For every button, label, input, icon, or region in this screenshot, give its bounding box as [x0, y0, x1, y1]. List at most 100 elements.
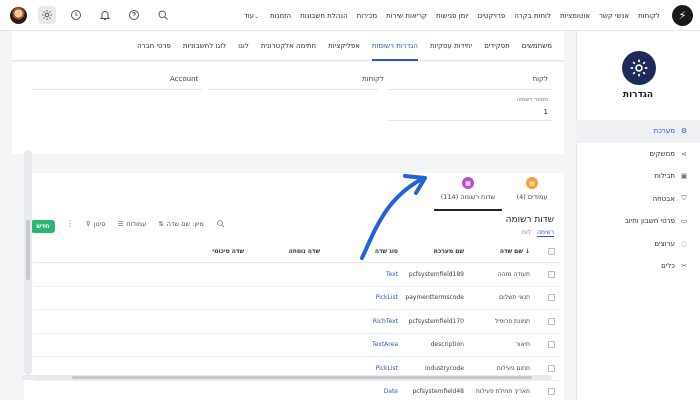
tab-record-settings[interactable]: הגדרות רשומות — [371, 31, 418, 61]
sort-label: מיון: שם שדה — [166, 219, 204, 228]
field-type: PickList — [375, 294, 398, 302]
more-options-icon[interactable]: ⋮ — [66, 219, 74, 228]
tab-applications[interactable]: אפליקציות — [328, 31, 360, 61]
nav-item-calendar[interactable]: יומן פגישות — [436, 12, 469, 20]
row-checkbox[interactable] — [548, 310, 556, 333]
field-name: תעודה מזהה — [497, 270, 530, 278]
entity-label-field[interactable]: לקוח — [533, 75, 548, 83]
search-icon[interactable] — [154, 6, 172, 24]
share-icon: ⋖ — [681, 149, 687, 158]
nav-item-automations[interactable]: אוטומציות — [560, 12, 590, 20]
table-row[interactable]: תיאור description TextArea — [34, 334, 560, 357]
gear-icon: ⚙ — [680, 127, 688, 136]
sidebar-item-label: ערוצים — [654, 239, 675, 248]
record-fields-card: ▤ עמודים (4) ▦ שדות רשומה (114) שדות רשו… — [24, 173, 564, 400]
select-all-checkbox[interactable] — [548, 241, 556, 262]
columns-icon: ☰ — [117, 219, 124, 228]
sidebar-item-billing[interactable]: ▭ פרטי חשבון וחיוב — [576, 210, 700, 233]
bell-icon[interactable] — [96, 6, 114, 24]
tab-invoice-logo[interactable]: לוגו לחשבוניות — [183, 31, 226, 61]
nav-item-dashboards[interactable]: לוחות בקרה — [514, 12, 551, 20]
record-number-label: מספר רשומה — [516, 97, 548, 103]
nav-item-more[interactable]: עוד⌄ — [244, 12, 261, 20]
columns-button[interactable]: ☰ עמודות — [118, 220, 147, 228]
sidebar-item-channels[interactable]: ◌ ערוצים — [576, 233, 700, 256]
column-header-formula[interactable]: שדה נוסחה — [289, 241, 320, 262]
nav-item-accounting[interactable]: הנהלת חשבונות — [300, 12, 348, 20]
nav-item-sales[interactable]: מכירות — [357, 12, 377, 20]
main-content: משתמשים תפקידים יחידות עסקיות הגדרות רשו… — [12, 31, 564, 400]
avatar[interactable] — [10, 6, 27, 24]
row-checkbox[interactable] — [548, 334, 556, 357]
table-row[interactable]: תעודה מזהה pcfsystemfield189 Text — [34, 263, 560, 287]
field-underline — [388, 89, 552, 90]
nav-item-orders[interactable]: הזמנות — [270, 12, 291, 20]
view-list[interactable]: רשימה — [537, 229, 554, 237]
nav-item-service-calls[interactable]: קריאות שירות — [386, 12, 427, 20]
list-toolbar: ⋮ ⊽ סינון ☰ עמודות ⇅ מיון: שם שדה — [66, 219, 225, 228]
table-row[interactable]: תמונת פרופיל pcfsystemfield170 RichText — [34, 310, 560, 334]
row-checkbox[interactable] — [548, 263, 556, 286]
tab-record-fields[interactable]: ▦ שדות רשומה (114) — [434, 177, 502, 211]
horizontal-scrollbar[interactable] — [22, 375, 552, 380]
filter-button[interactable]: ⊽ סינון — [86, 220, 106, 228]
field-type: Text — [385, 270, 398, 278]
top-icons — [10, 6, 172, 24]
table-row[interactable]: תאריך תחילת פעילות pcfsystemfield48 Date — [34, 381, 560, 400]
record-number-value[interactable]: 1 — [544, 108, 548, 116]
english-label-field[interactable]: Account — [170, 75, 198, 83]
column-header-summary[interactable]: שדה סיכומי — [212, 241, 244, 262]
column-header-name[interactable]: שם שדה ↓ — [500, 241, 530, 262]
sidebar-title: הגדרות — [622, 90, 654, 100]
gear-icon[interactable] — [38, 6, 56, 24]
column-name-label: שם שדה — [499, 248, 523, 255]
row-checkbox[interactable] — [548, 381, 556, 400]
clock-icon[interactable] — [67, 6, 85, 24]
sort-button[interactable]: ⇅ מיון: שם שדה — [158, 220, 204, 228]
sidebar-item-label: מערכת — [653, 127, 675, 136]
field-underline — [388, 120, 552, 121]
chevron-down-icon: ⌄ — [254, 12, 260, 20]
nav-item-customers[interactable]: לקוחות — [638, 12, 660, 20]
column-header-system[interactable]: שם מערכת — [434, 241, 464, 262]
tab-e-signature[interactable]: חתימה אלקטרונית — [261, 31, 316, 61]
new-field-button[interactable]: חדש — [31, 220, 55, 233]
tab-roles[interactable]: תפקידים — [484, 31, 510, 61]
sidebar-item-tools[interactable]: ✂ כלים — [576, 255, 700, 278]
fields-icon: ▦ — [462, 177, 474, 189]
app-logo[interactable]: ⚡ — [672, 5, 693, 26]
sidebar-item-security[interactable]: ⛉ אבטחה — [576, 188, 700, 211]
tab-pages[interactable]: ▤ עמודים (4) — [508, 177, 556, 211]
tab-company-details[interactable]: פרטי חברה — [137, 31, 171, 61]
nav-item-contacts[interactable]: אנשי קשר — [599, 12, 629, 20]
field-type: Date — [383, 388, 398, 396]
top-bar: ⚡ לקוחות אנשי קשר אוטומציות לוחות בקרה פ… — [0, 0, 700, 31]
filter-icon: ⊽ — [86, 219, 91, 228]
view-switcher: רשימה לוח — [522, 229, 554, 237]
sidebar-item-packages[interactable]: ▣ חבילות — [576, 165, 700, 188]
tools-icon: ✂ — [681, 262, 687, 271]
sidebar-item-label: כלים — [661, 262, 675, 271]
help-icon[interactable] — [125, 6, 143, 24]
row-checkbox[interactable] — [548, 287, 556, 310]
field-type: RichText — [372, 317, 398, 325]
search-icon[interactable] — [216, 219, 225, 228]
sidebar-item-integrations[interactable]: ⋖ ממשקים — [576, 143, 700, 166]
column-header-type[interactable]: סוג שדה — [375, 241, 398, 262]
vertical-scrollbar[interactable] — [24, 150, 32, 375]
tab-business-units[interactable]: יחידות עסקיות — [430, 31, 472, 61]
nav-item-projects[interactable]: פרויקטים — [478, 12, 506, 20]
sidebar-item-system[interactable]: ⚙ מערכת — [576, 120, 700, 143]
table-row[interactable]: תנאי תשלום paymenttermscode PickList — [34, 287, 560, 310]
view-board[interactable]: לוח — [522, 229, 531, 237]
field-name: תאריך תחילת פעילות — [475, 388, 530, 396]
pages-icon: ▤ — [526, 177, 538, 189]
field-system-name: paymenttermscode — [405, 294, 464, 302]
tab-record-fields-label: שדות רשומה (114) — [440, 193, 496, 201]
plural-label-field[interactable]: לקוחות — [362, 75, 384, 83]
field-system-name: pcfsystemfield48 — [412, 388, 465, 396]
tab-users[interactable]: משתמשים — [522, 31, 552, 61]
tab-logo[interactable]: לוגו — [238, 31, 249, 61]
sidebar-item-label: פרטי חשבון וחיוב — [624, 217, 675, 226]
field-name: תיאור — [515, 341, 530, 349]
